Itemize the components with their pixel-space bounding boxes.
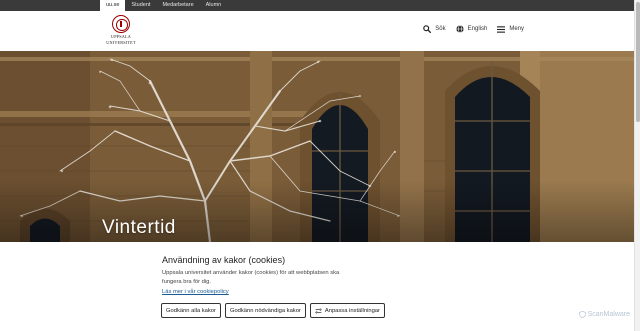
audience-tab-alumn[interactable]: Alumn	[200, 0, 228, 11]
globe-icon	[456, 25, 464, 33]
university-logo[interactable]: UPPSALA UNIVERSITET	[104, 15, 138, 45]
site-header: UPPSALA UNIVERSITET Sök English Meny	[0, 11, 634, 51]
cookie-buttons: Godkänn alla kakor Godkänn nödvändiga ka…	[161, 303, 385, 318]
accept-all-cookies-button[interactable]: Godkänn alla kakor	[161, 303, 221, 318]
language-label: English	[467, 26, 488, 32]
sliders-icon	[314, 307, 322, 314]
logo-line-1: UPPSALA	[110, 34, 132, 39]
audience-tab-student[interactable]: Student	[125, 0, 156, 11]
search-icon	[423, 25, 432, 33]
accept-necessary-cookies-button[interactable]: Godkänn nödvändiga kakor	[224, 303, 306, 318]
audience-bar: uu.se Student Medarbetare Alumn	[0, 0, 634, 11]
watermark: ScanMalware	[578, 311, 630, 318]
header-actions: Sök English Meny	[423, 25, 524, 33]
scrollbar-thumb[interactable]	[636, 2, 640, 122]
shield-icon	[578, 311, 586, 318]
cookie-title: Användning av kakor (cookies)	[162, 255, 286, 265]
hamburger-icon	[497, 25, 506, 33]
audience-tab-uu-se[interactable]: uu.se	[100, 0, 126, 11]
page-scrollbar[interactable]	[634, 0, 640, 331]
menu-label: Meny	[509, 26, 524, 32]
cookie-description: Uppsala universitet använder kakor (cook…	[162, 270, 340, 285]
customize-cookies-button[interactable]: Anpassa inställningar	[309, 303, 385, 318]
menu-button[interactable]: Meny	[497, 25, 524, 33]
search-label: Sök	[435, 26, 446, 32]
university-seal-icon	[112, 15, 130, 33]
cookie-banner: Användning av kakor (cookies) Uppsala un…	[0, 242, 634, 331]
watermark-text: ScanMalware	[587, 311, 630, 318]
hero-image	[0, 51, 634, 242]
hero-banner: Vintertid	[0, 51, 634, 242]
search-button[interactable]: Sök	[423, 25, 446, 33]
customize-label: Anpassa inställningar	[324, 307, 380, 314]
cookie-policy-link[interactable]: Läs mer i vår cookiepolicy	[162, 289, 229, 295]
language-button[interactable]: English	[456, 25, 488, 33]
hero-title: Vintertid	[102, 217, 176, 238]
audience-tab-medarbetare[interactable]: Medarbetare	[156, 0, 199, 11]
logo-line-2: UNIVERSITET	[106, 40, 136, 45]
